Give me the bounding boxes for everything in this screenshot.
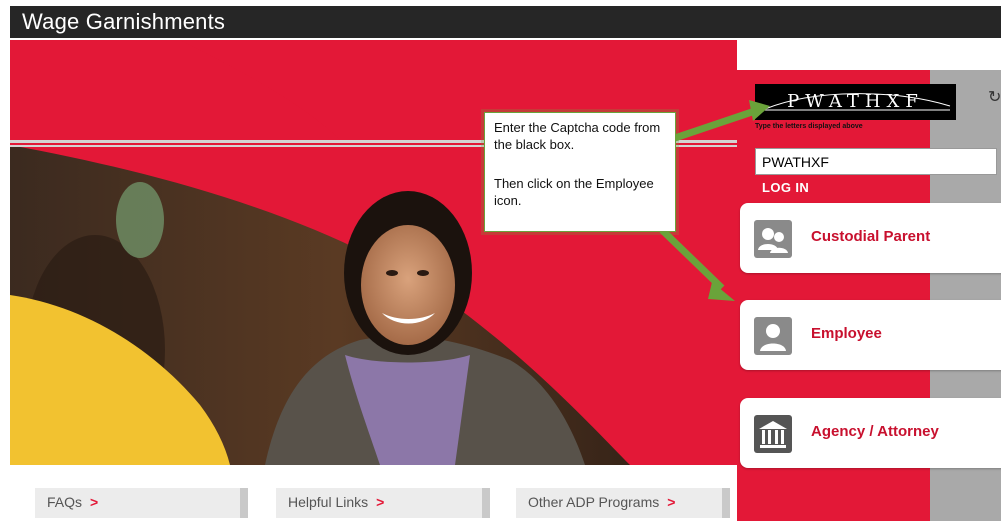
callout-text-1: Enter the Captcha code from the black bo… bbox=[494, 120, 661, 152]
callout-text-2: Then click on the Employee icon. bbox=[494, 176, 654, 208]
annotation-arrows bbox=[658, 100, 770, 301]
arrow-to-captcha-icon bbox=[749, 100, 770, 121]
